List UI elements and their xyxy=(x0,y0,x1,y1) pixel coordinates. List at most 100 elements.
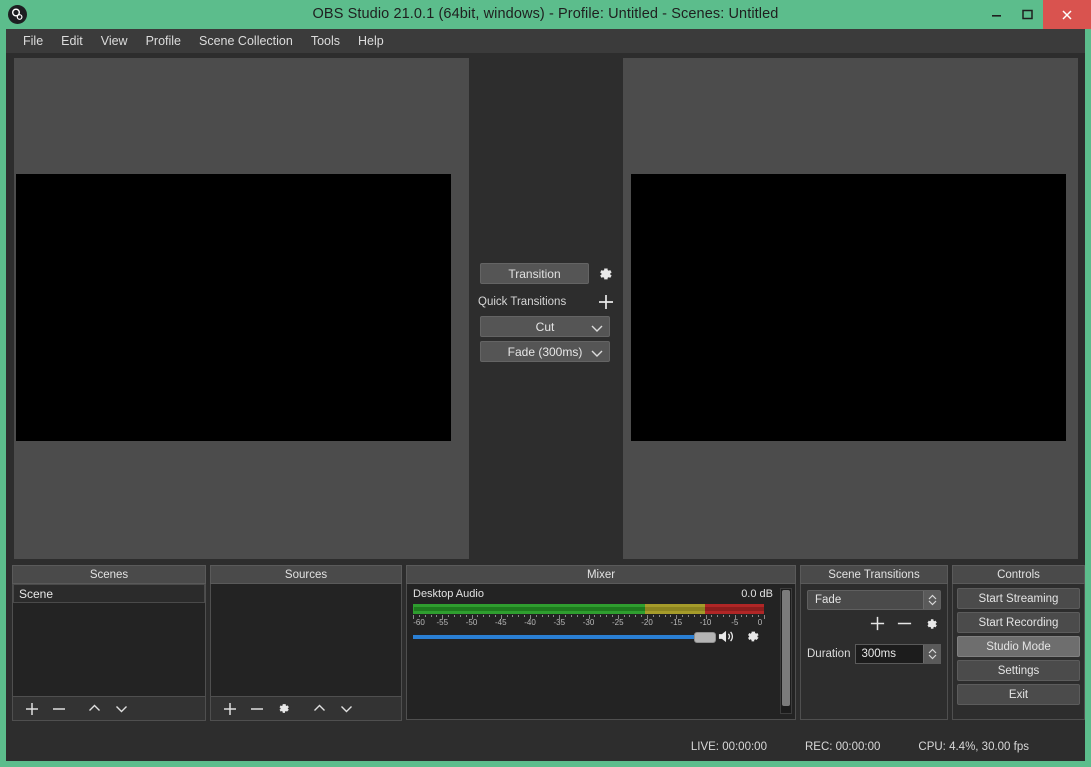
menu-profile[interactable]: Profile xyxy=(137,31,190,51)
meter-tick xyxy=(577,615,578,617)
meter-tick-label: -15 xyxy=(670,618,682,627)
meter-tick-label: -25 xyxy=(612,618,624,627)
move-source-up-button[interactable] xyxy=(307,698,332,719)
mixer-scrollbar-thumb[interactable] xyxy=(782,590,790,706)
meter-tick xyxy=(518,615,519,617)
menu-tools[interactable]: Tools xyxy=(302,31,349,51)
transition-button[interactable]: Transition xyxy=(480,263,589,284)
menu-help[interactable]: Help xyxy=(349,31,393,51)
meter-tick xyxy=(635,615,636,617)
mixer-scrollbar[interactable] xyxy=(780,588,792,714)
meter-tick xyxy=(524,615,525,617)
scenes-list[interactable]: Scene xyxy=(13,584,205,696)
meter-tick xyxy=(758,615,759,617)
meter-tick-label: -60 xyxy=(413,618,425,627)
meter-tick xyxy=(665,615,666,617)
sources-toolbar xyxy=(210,697,402,721)
rec-timer: REC: 00:00:00 xyxy=(805,741,880,753)
mixer-source-name: Desktop Audio xyxy=(413,588,484,600)
program-canvas[interactable] xyxy=(631,174,1066,441)
add-quick-transition-plus-icon[interactable] xyxy=(596,292,616,312)
meter-tick xyxy=(466,615,467,617)
menu-file[interactable]: File xyxy=(14,31,52,51)
start-recording-button[interactable]: Start Recording xyxy=(957,612,1080,633)
preview-area: Transition Quick Transitions xyxy=(6,53,1085,563)
preview-pane[interactable] xyxy=(14,58,469,559)
remove-transition-minus-icon[interactable] xyxy=(896,615,913,632)
window-controls xyxy=(981,0,1091,29)
start-streaming-button[interactable]: Start Streaming xyxy=(957,588,1080,609)
duration-value: 300ms xyxy=(856,648,896,660)
move-scene-down-button[interactable] xyxy=(109,698,134,719)
settings-button[interactable]: Settings xyxy=(957,660,1080,681)
meter-tick xyxy=(606,615,607,617)
transition-settings-gear-icon[interactable] xyxy=(596,265,614,283)
volume-slider[interactable] xyxy=(413,629,709,645)
obs-logo-icon xyxy=(8,5,27,24)
meter-tick xyxy=(764,615,765,619)
scenes-body: Scene xyxy=(12,584,206,697)
move-source-down-button[interactable] xyxy=(334,698,359,719)
quick-transition-cut[interactable]: Cut xyxy=(480,316,610,337)
menu-edit[interactable]: Edit xyxy=(52,31,92,51)
add-transition-plus-icon[interactable] xyxy=(869,615,886,632)
meter-tick xyxy=(624,615,625,617)
maximize-icon[interactable] xyxy=(1012,0,1043,29)
duration-input[interactable]: 300ms xyxy=(855,644,941,664)
scenes-title: Scenes xyxy=(12,565,206,584)
mixer-body: Desktop Audio 0.0 dB -60-55- xyxy=(406,584,796,720)
spinner-updown-icon[interactable] xyxy=(923,591,940,609)
menu-scene-collection[interactable]: Scene Collection xyxy=(190,31,302,51)
add-scene-button[interactable] xyxy=(19,698,44,719)
remove-scene-button[interactable] xyxy=(46,698,71,719)
meter-tick xyxy=(536,615,537,617)
duration-row: Duration 300ms xyxy=(807,644,941,664)
chevron-down-icon xyxy=(591,322,603,336)
quick-transition-fade[interactable]: Fade (300ms) xyxy=(480,341,610,362)
meter-tick xyxy=(641,615,642,617)
move-scene-up-button[interactable] xyxy=(82,698,107,719)
menu-view[interactable]: View xyxy=(92,31,137,51)
transition-properties-gear-icon[interactable] xyxy=(923,616,939,632)
studio-mode-button[interactable]: Studio Mode xyxy=(957,636,1080,657)
program-pane[interactable] xyxy=(623,58,1078,559)
source-properties-button[interactable] xyxy=(271,698,296,719)
remove-source-button[interactable] xyxy=(244,698,269,719)
meter-tick-label: -30 xyxy=(583,618,595,627)
scenes-dock: Scenes Scene xyxy=(12,565,206,721)
meter-tick xyxy=(694,615,695,617)
meter-tick xyxy=(670,615,671,617)
meter-tick xyxy=(454,615,455,617)
slider-handle[interactable] xyxy=(694,632,716,643)
meter-tick xyxy=(594,615,595,617)
sources-list[interactable] xyxy=(211,584,401,696)
list-item[interactable]: Scene xyxy=(13,584,205,603)
quick-transition-cut-label: Cut xyxy=(481,320,609,334)
meter-tick xyxy=(717,615,718,617)
mixer-settings-gear-icon[interactable] xyxy=(744,628,761,645)
meter-tick xyxy=(507,615,508,617)
add-source-button[interactable] xyxy=(217,698,242,719)
controls-dock: Controls Start Streaming Start Recording… xyxy=(952,565,1085,720)
controls-title: Controls xyxy=(952,565,1085,584)
meter-tick xyxy=(489,615,490,617)
scene-transitions-body: Fade xyxy=(800,584,948,720)
meter-tick-label: -35 xyxy=(553,618,565,627)
meter-tick xyxy=(612,615,613,617)
preview-canvas[interactable] xyxy=(16,174,451,441)
duration-spinner-icon[interactable] xyxy=(923,645,940,663)
transition-type-select[interactable]: Fade xyxy=(807,590,941,610)
meter-tick xyxy=(460,615,461,617)
transition-type-value: Fade xyxy=(808,594,841,606)
meter-tick xyxy=(495,615,496,617)
speaker-icon[interactable] xyxy=(717,628,736,645)
meter-tick xyxy=(548,615,549,617)
minimize-icon[interactable] xyxy=(981,0,1012,29)
live-timer: LIVE: 00:00:00 xyxy=(691,741,767,753)
close-icon[interactable] xyxy=(1043,0,1091,29)
scene-transitions-title: Scene Transitions xyxy=(800,565,948,584)
meter-tick xyxy=(565,615,566,617)
exit-button[interactable]: Exit xyxy=(957,684,1080,705)
meter-tick xyxy=(629,615,630,617)
meter-tick xyxy=(600,615,601,617)
